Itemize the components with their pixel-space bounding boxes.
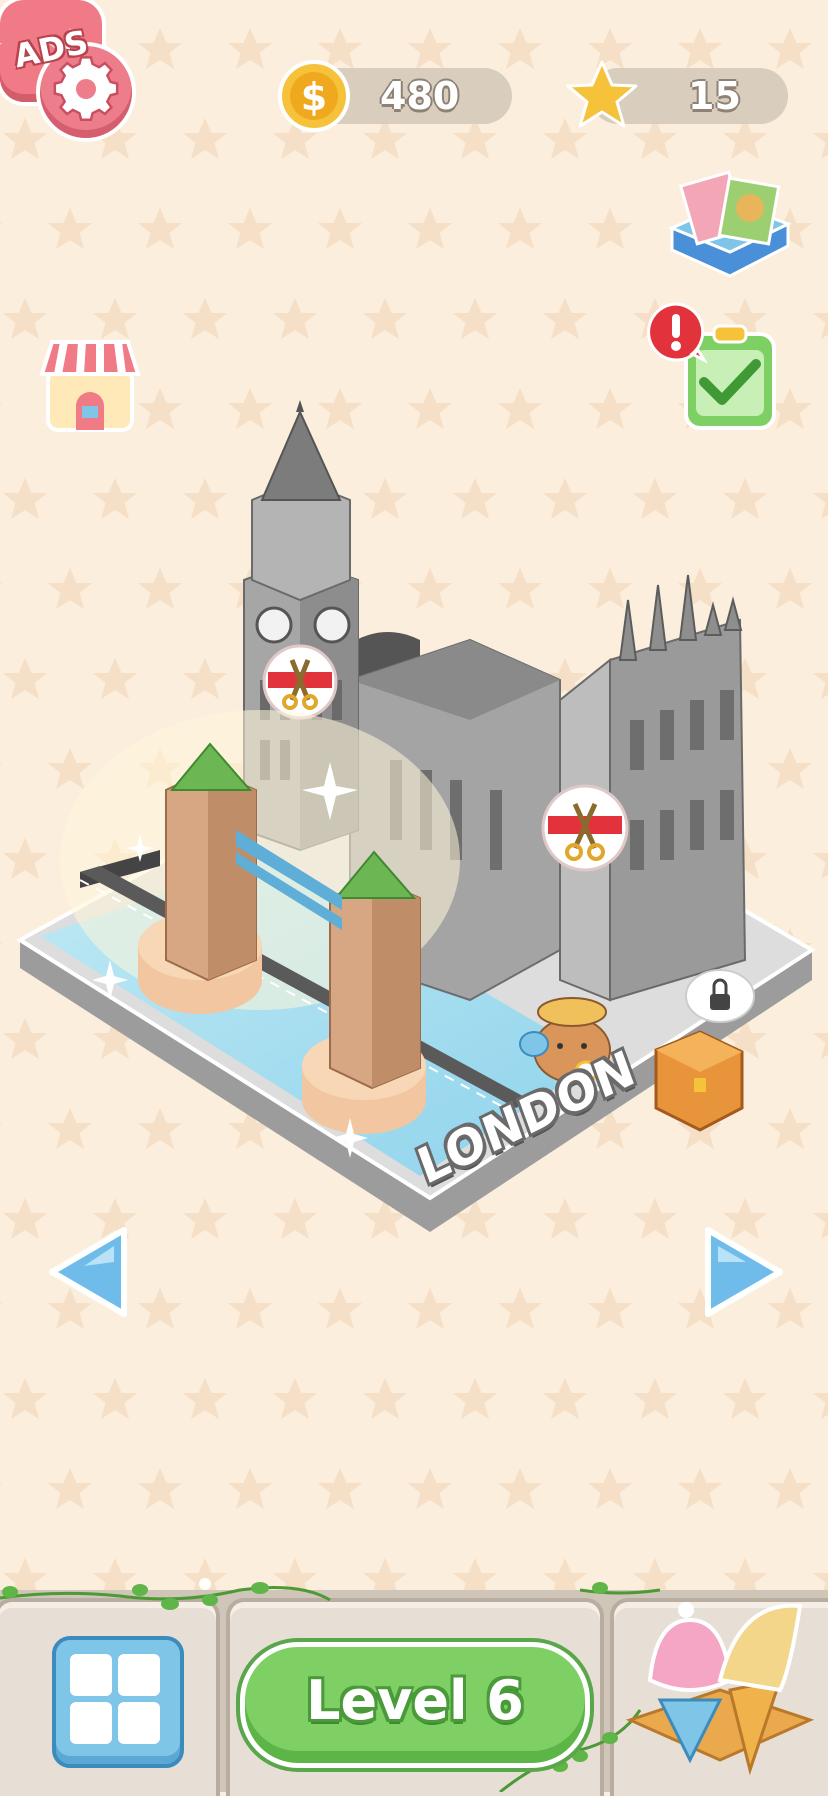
background-star — [183, 118, 227, 159]
grid-icon — [70, 1654, 112, 1696]
background-star — [498, 1468, 542, 1509]
background-star — [363, 118, 407, 159]
background-star — [588, 1468, 632, 1509]
background-star — [93, 298, 137, 339]
ice-cream-shop-icon[interactable] — [620, 1570, 820, 1780]
background-star — [0, 1468, 2, 1509]
background-star — [0, 208, 2, 249]
background-star — [408, 1468, 452, 1509]
stamp-album-icon — [668, 170, 792, 278]
background-star — [228, 1468, 272, 1509]
star-amount: 15 — [688, 74, 741, 118]
alert-icon — [647, 302, 708, 364]
svg-text:$: $ — [301, 75, 327, 119]
background-star — [723, 1378, 767, 1419]
background-star — [183, 298, 227, 339]
background-star — [498, 1288, 542, 1329]
background-star — [543, 1378, 587, 1419]
background-star — [543, 298, 587, 339]
background-star — [318, 1468, 362, 1509]
background-star — [363, 1378, 407, 1419]
background-star — [228, 208, 272, 249]
background-star — [498, 208, 542, 249]
background-star — [183, 1378, 227, 1419]
star-icon — [566, 60, 638, 128]
background-star — [678, 1468, 722, 1509]
level-label: Level 6 — [306, 1669, 524, 1732]
previous-city-arrow[interactable] — [44, 1222, 134, 1322]
background-star — [273, 1378, 317, 1419]
background-star — [138, 1288, 182, 1329]
background-star — [453, 298, 497, 339]
coin-icon: $ — [278, 60, 350, 132]
background-star — [138, 208, 182, 249]
play-level-button[interactable]: Level 6 — [240, 1642, 590, 1768]
background-star — [813, 298, 828, 339]
background-star — [813, 1378, 828, 1419]
stamp-album-button[interactable] — [666, 168, 792, 292]
background-star — [0, 1288, 2, 1329]
background-star — [588, 208, 632, 249]
locked-building-icon[interactable] — [541, 784, 629, 872]
background-star — [453, 118, 497, 159]
background-star — [363, 298, 407, 339]
background-star — [633, 1378, 677, 1419]
background-star — [588, 1288, 632, 1329]
background-star — [138, 1468, 182, 1509]
background-star — [678, 28, 722, 69]
background-star — [93, 1378, 137, 1419]
background-star — [228, 1288, 272, 1329]
background-star — [768, 1468, 812, 1509]
background-star — [408, 28, 452, 69]
next-city-arrow[interactable] — [698, 1222, 788, 1322]
locked-building-icon[interactable] — [262, 644, 338, 720]
background-star — [48, 1468, 92, 1509]
background-star — [3, 1378, 47, 1419]
background-star — [408, 1288, 452, 1329]
background-star — [813, 118, 828, 159]
background-star — [3, 298, 47, 339]
collection-grid-button[interactable] — [52, 1636, 184, 1768]
background-star — [498, 28, 542, 69]
coin-amount: 480 — [380, 74, 460, 118]
background-star — [723, 118, 767, 159]
background-star — [318, 208, 362, 249]
background-star — [768, 28, 812, 69]
london-scene — [16, 400, 816, 1232]
background-star — [453, 1378, 497, 1419]
background-star — [408, 208, 452, 249]
background-star — [318, 1288, 362, 1329]
background-star — [228, 28, 272, 69]
background-star — [273, 298, 317, 339]
background-star — [48, 208, 92, 249]
background-star — [138, 28, 182, 69]
